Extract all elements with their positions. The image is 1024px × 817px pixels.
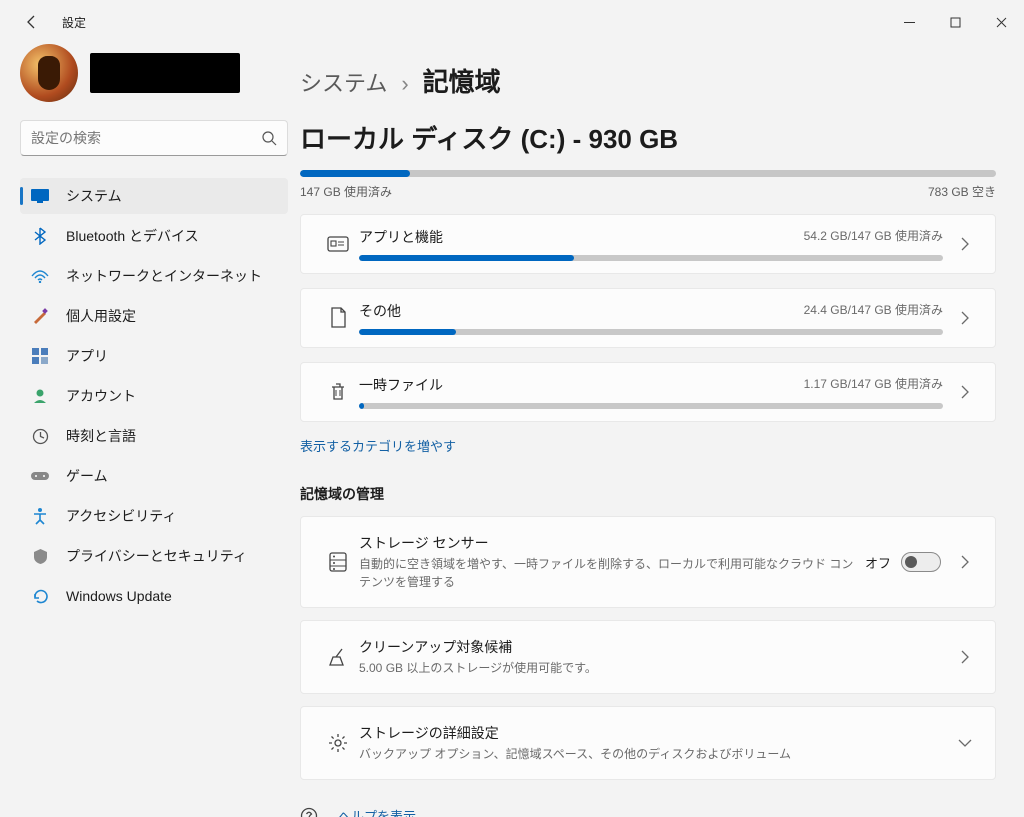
storage-sense-title: ストレージ センサー [359, 533, 865, 553]
advanced-storage-card[interactable]: ストレージの詳細設定 バックアップ オプション、記憶域スペース、その他のディスク… [300, 706, 996, 780]
storage-icon [317, 551, 359, 573]
nav-accessibility[interactable]: アクセシビリティ [20, 498, 288, 534]
main: システム › 記憶域 ローカル ディスク (C:) - 930 GB 147 G… [300, 44, 1024, 817]
category-usage: 24.4 GB/147 GB 使用済み [804, 301, 943, 321]
storage-sense-card[interactable]: ストレージ センサー 自動的に空き領域を増やす、一時ファイルを削除する、ローカル… [300, 516, 996, 608]
chevron-right-icon [951, 650, 979, 664]
nav-apps[interactable]: アプリ [20, 338, 288, 374]
storage-sense-state: オフ [865, 553, 891, 572]
category-name: 一時ファイル [359, 375, 443, 395]
category-apps[interactable]: アプリと機能 54.2 GB/147 GB 使用済み [300, 214, 996, 274]
help-row[interactable]: ヘルプを表示 [300, 806, 996, 817]
nav-privacy[interactable]: プライバシーとセキュリティ [20, 538, 288, 574]
nav-label: アカウント [66, 386, 136, 406]
disk-usage-labels: 147 GB 使用済み 783 GB 空き [300, 183, 996, 200]
nav-windows-update[interactable]: Windows Update [20, 578, 288, 614]
close-button[interactable] [978, 7, 1024, 37]
gear-icon [317, 733, 359, 753]
chevron-down-icon [951, 739, 979, 747]
titlebar: 設定 [0, 0, 1024, 44]
search-input[interactable] [31, 130, 261, 146]
profile[interactable] [20, 44, 288, 102]
disk-title: ローカル ディスク (C:) - 930 GB [300, 119, 996, 156]
avatar [20, 44, 78, 102]
account-icon [30, 386, 50, 406]
category-usage: 1.17 GB/147 GB 使用済み [804, 375, 943, 395]
system-icon [30, 186, 50, 206]
nav-gaming[interactable]: ゲーム [20, 458, 288, 494]
category-name: その他 [359, 301, 401, 321]
chevron-right-icon [951, 237, 979, 251]
gaming-icon [30, 466, 50, 486]
clock-icon [30, 426, 50, 446]
profile-name-redacted [90, 53, 240, 93]
category-temp[interactable]: 一時ファイル 1.17 GB/147 GB 使用済み [300, 362, 996, 422]
accessibility-icon [30, 506, 50, 526]
chevron-right-icon [951, 555, 979, 569]
cleanup-card[interactable]: クリーンアップ対象候補 5.00 GB 以上のストレージが使用可能です。 [300, 620, 996, 694]
nav: システム Bluetooth とデバイス ネットワークとインターネット 個人用設… [20, 178, 288, 614]
nav-accounts[interactable]: アカウント [20, 378, 288, 414]
apps-features-icon [317, 234, 359, 254]
category-usage: 54.2 GB/147 GB 使用済み [804, 227, 943, 247]
apps-icon [30, 346, 50, 366]
cleanup-desc: 5.00 GB 以上のストレージが使用可能です。 [359, 659, 941, 677]
disk-usage-bar [300, 170, 996, 177]
paint-icon [30, 306, 50, 326]
manage-section-title: 記憶域の管理 [300, 484, 996, 504]
minimize-button[interactable] [886, 7, 932, 37]
nav-label: アプリ [66, 346, 108, 366]
breadcrumb-current: 記憶域 [423, 62, 501, 99]
chevron-right-icon [951, 385, 979, 399]
bluetooth-icon [30, 226, 50, 246]
advanced-desc: バックアップ オプション、記憶域スペース、その他のディスクおよびボリューム [359, 745, 941, 763]
network-icon [30, 266, 50, 286]
chevron-right-icon [951, 311, 979, 325]
breadcrumb-parent[interactable]: システム [300, 66, 387, 98]
nav-label: Bluetooth とデバイス [66, 226, 199, 246]
help-link[interactable]: ヘルプを表示 [338, 806, 416, 817]
nav-bluetooth[interactable]: Bluetooth とデバイス [20, 218, 288, 254]
nav-label: プライバシーとセキュリティ [66, 546, 247, 566]
show-more-categories-link[interactable]: 表示するカテゴリを増やす [300, 436, 456, 455]
search-box[interactable] [20, 120, 288, 156]
storage-sense-toggle[interactable] [901, 552, 941, 572]
update-icon [30, 586, 50, 606]
advanced-title: ストレージの詳細設定 [359, 723, 941, 743]
window-title: 設定 [62, 14, 86, 31]
nav-label: ゲーム [66, 466, 108, 486]
storage-sense-desc: 自動的に空き領域を増やす、一時ファイルを削除する、ローカルで利用可能なクラウド … [359, 555, 865, 591]
cleanup-title: クリーンアップ対象候補 [359, 637, 941, 657]
nav-label: 個人用設定 [66, 306, 136, 326]
nav-label: Windows Update [66, 588, 172, 604]
nav-label: ネットワークとインターネット [66, 266, 262, 286]
nav-personalization[interactable]: 個人用設定 [20, 298, 288, 334]
nav-label: アクセシビリティ [66, 506, 176, 526]
broom-icon [317, 647, 359, 667]
sidebar: システム Bluetooth とデバイス ネットワークとインターネット 個人用設… [0, 44, 300, 817]
nav-system[interactable]: システム [20, 178, 288, 214]
breadcrumb: システム › 記憶域 [300, 62, 996, 99]
shield-icon [30, 546, 50, 566]
back-button[interactable] [20, 10, 44, 34]
category-other[interactable]: その他 24.4 GB/147 GB 使用済み [300, 288, 996, 348]
nav-label: システム [66, 186, 122, 206]
maximize-button[interactable] [932, 7, 978, 37]
nav-label: 時刻と言語 [66, 426, 136, 446]
breadcrumb-separator: › [401, 71, 408, 97]
trash-icon [317, 382, 359, 402]
help-icon [300, 807, 320, 817]
nav-network[interactable]: ネットワークとインターネット [20, 258, 288, 294]
file-icon [317, 307, 359, 329]
disk-used-label: 147 GB 使用済み [300, 183, 392, 200]
disk-free-label: 783 GB 空き [928, 183, 996, 200]
category-name: アプリと機能 [359, 227, 443, 247]
nav-time-language[interactable]: 時刻と言語 [20, 418, 288, 454]
window-controls [886, 7, 1024, 37]
search-icon [261, 130, 277, 146]
